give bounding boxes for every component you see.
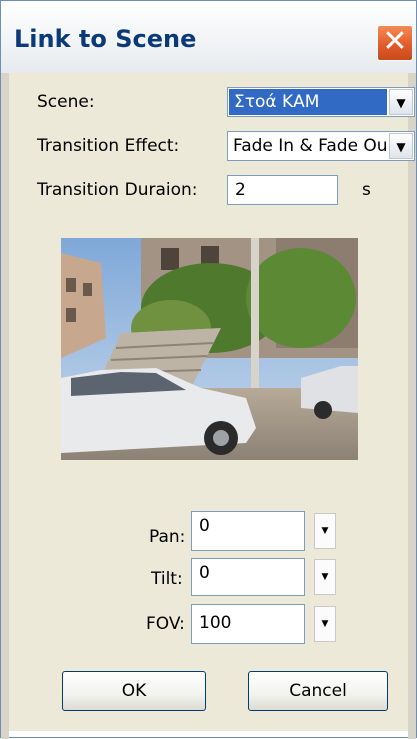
tilt-input[interactable]: 0 xyxy=(191,558,305,596)
chevron-down-icon[interactable]: ▼ xyxy=(389,133,413,159)
transition-duration-value: 2 xyxy=(235,180,246,200)
tilt-label: Tilt: xyxy=(151,569,183,589)
window-frame-right xyxy=(408,73,416,739)
dialog-window: Link to Scene ✕ Scene: Στοά ΚΑΜ ▼ Transi… xyxy=(0,0,417,739)
tilt-spin-button[interactable]: ▼ xyxy=(314,559,336,595)
scene-select[interactable]: Στοά ΚΑΜ ▼ xyxy=(227,87,415,117)
scene-label: Scene: xyxy=(37,92,95,112)
transition-effect-value: Fade In & Fade Out xyxy=(233,136,386,156)
fov-input[interactable]: 100 xyxy=(191,604,305,644)
transition-effect-label: Transition Effect: xyxy=(37,136,180,156)
pan-input[interactable]: 0 xyxy=(191,511,305,551)
scene-preview-image xyxy=(61,238,358,460)
fov-spin-button[interactable]: ▼ xyxy=(314,606,336,642)
transition-duration-unit: s xyxy=(362,180,371,200)
fov-value: 100 xyxy=(199,613,232,633)
chevron-down-icon[interactable]: ▼ xyxy=(389,89,413,115)
ok-button[interactable]: OK xyxy=(62,671,206,711)
close-button[interactable]: ✕ xyxy=(377,25,413,61)
window-frame-left xyxy=(1,73,9,739)
close-icon: ✕ xyxy=(382,24,408,59)
transition-duration-label: Transition Duraion: xyxy=(37,180,198,200)
tilt-value: 0 xyxy=(199,563,210,583)
fov-label: FOV: xyxy=(146,614,185,634)
scene-selected-value: Στοά ΚΑΜ xyxy=(229,89,387,115)
window-title: Link to Scene xyxy=(14,25,197,53)
transition-effect-select[interactable]: Fade In & Fade Out ▼ xyxy=(227,131,415,161)
cancel-button[interactable]: Cancel xyxy=(248,671,388,711)
pan-value: 0 xyxy=(199,516,210,536)
pan-spin-button[interactable]: ▼ xyxy=(314,513,336,549)
pan-label: Pan: xyxy=(149,527,186,547)
title-bar[interactable]: Link to Scene ✕ xyxy=(1,1,416,73)
transition-duration-input[interactable]: 2 xyxy=(227,175,338,205)
